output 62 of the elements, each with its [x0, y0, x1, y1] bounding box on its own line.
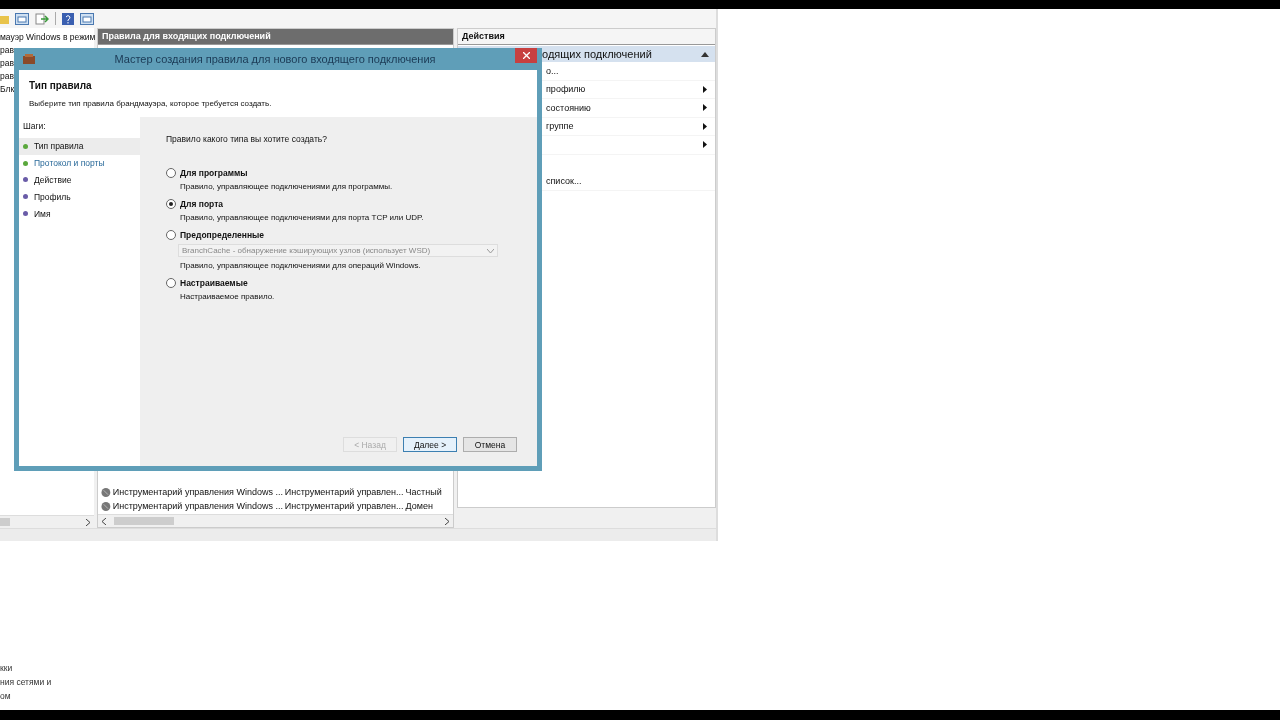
option-description: Настраиваемое правило.: [180, 292, 276, 301]
step-item: Профиль: [19, 188, 140, 206]
scroll-thumb[interactable]: [114, 517, 174, 525]
submenu-arrow-icon[interactable]: [703, 104, 707, 112]
step-item: Действие: [19, 171, 140, 189]
collapse-icon[interactable]: [701, 51, 709, 57]
window-icon[interactable]: [15, 12, 29, 25]
table-cell: Инструментарий управления Windows ...: [112, 487, 283, 497]
export-icon[interactable]: [35, 12, 49, 25]
radio-button[interactable]: [166, 278, 176, 288]
tree-item[interactable]: мауэр Windows в режим: [0, 31, 94, 44]
rule-disabled-icon: [101, 500, 111, 512]
table-cell-text: Частный: [405, 487, 443, 497]
question-text: Правило какого типа вы хотите создать?: [166, 134, 328, 144]
close-button[interactable]: [515, 48, 537, 63]
dialog-title: Мастер создания правила для нового входящего подключения: [113, 53, 437, 65]
nav-item[interactable]: ом: [0, 691, 52, 701]
page-subtitle: Выберите тип правила брандмауэра, которое требуется создать.: [29, 98, 273, 108]
rule-disabled-icon: [101, 486, 111, 498]
radio-button[interactable]: [166, 230, 176, 240]
submenu-arrow-icon[interactable]: [703, 122, 707, 130]
radio-button[interactable]: [166, 168, 176, 178]
action-item[interactable]: профилю: [546, 84, 586, 95]
page-heading: Тип правила: [29, 79, 93, 91]
horizontal-scrollbar[interactable]: [98, 514, 453, 527]
option-label[interactable]: Для порта: [180, 199, 224, 209]
action-item[interactable]: группе: [546, 121, 574, 132]
option-description: Правило, управляющее подключениями для операций Windows.: [180, 261, 422, 270]
steps-title: Шаги:: [22, 121, 47, 133]
nav-item[interactable]: кки: [0, 663, 52, 673]
table-cell: Инструментарий управления Windows ...: [112, 501, 283, 511]
action-item[interactable]: состоянию: [546, 102, 591, 113]
step-item: Протокол и порты: [19, 154, 140, 172]
submenu-arrow-icon[interactable]: [703, 141, 707, 149]
step-item: Тип правила: [19, 138, 140, 155]
scroll-right-icon[interactable]: [445, 517, 449, 525]
option-label[interactable]: Предопределенные: [180, 230, 265, 240]
option-label[interactable]: Настраиваемые: [180, 278, 248, 288]
pane-title: Правила для входящих подключений: [98, 29, 453, 45]
action-item[interactable]: список...: [546, 176, 582, 187]
radio-button[interactable]: [166, 199, 176, 209]
option-description: Правило, управляющее подключениями для порта TCP или UDP.: [180, 213, 425, 222]
chevron-down-icon: [487, 248, 494, 253]
action-item[interactable]: о...: [546, 65, 559, 76]
nav-item[interactable]: ния сетями и: [0, 677, 52, 687]
table-cell: Инструментарий управлен...: [284, 487, 404, 497]
table-cell-text: Домен: [405, 501, 434, 511]
dialog-button[interactable]: Далее >: [403, 437, 457, 452]
help-icon[interactable]: [62, 12, 74, 25]
scroll-right-icon[interactable]: [86, 518, 90, 526]
dialog-button[interactable]: Отмена: [463, 437, 517, 452]
scroll-thumb[interactable]: [0, 518, 10, 526]
submenu-arrow-icon[interactable]: [703, 85, 707, 93]
option-label[interactable]: Для программы: [180, 168, 248, 178]
table-cell: Инструментарий управлен...: [284, 501, 404, 511]
horizontal-scrollbar[interactable]: [0, 515, 94, 528]
window-icon[interactable]: [80, 12, 94, 25]
option-description: Правило, управляющее подключениями для программы.: [180, 182, 394, 191]
close-icon[interactable]: [522, 52, 530, 59]
step-item: Имя: [19, 205, 140, 222]
scroll-left-icon[interactable]: [102, 517, 106, 525]
pane-title: Действия: [458, 29, 715, 45]
